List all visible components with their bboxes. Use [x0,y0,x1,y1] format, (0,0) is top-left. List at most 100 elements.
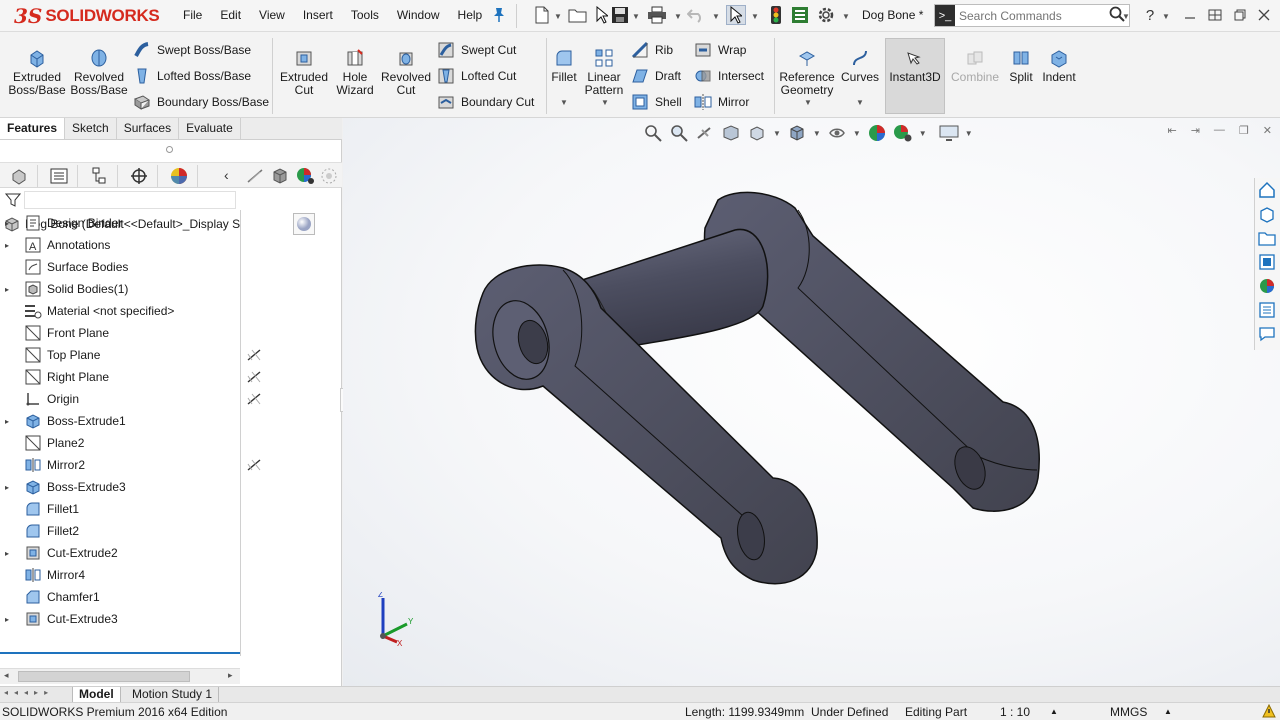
draft-button[interactable]: Draft [631,66,681,86]
menu-view[interactable]: View [250,8,294,22]
tab-surfaces[interactable]: Surfaces [117,118,180,139]
chevron-down-icon[interactable]: ▼ [842,12,850,21]
view-orientation-icon[interactable] [272,167,288,188]
tree-item[interactable]: ▸ Cut-Extrude2 [0,542,240,564]
chevron-left-icon[interactable]: ‹ [224,167,229,183]
dog-bone-model[interactable] [343,118,1280,686]
hidden-plane-icon[interactable] [246,458,262,472]
menu-window[interactable]: Window [388,8,449,22]
chevron-down-icon[interactable]: ▼ [554,12,562,21]
menu-edit[interactable]: Edit [211,8,250,22]
search-commands-box[interactable]: >_ [934,4,1130,27]
tree-item[interactable]: Front Plane [0,322,240,344]
scale-readout[interactable]: 1 : 10 [1000,705,1030,719]
scroll-right-icon[interactable]: ▸ [228,670,233,681]
chevron-down-icon[interactable]: ▼ [804,98,812,107]
mirror-button[interactable]: Mirror [694,92,749,112]
instant3d-button[interactable]: Instant3D [885,38,945,114]
chevron-down-icon[interactable]: ▼ [856,98,864,107]
chevron-up-icon[interactable]: ▲ [1050,707,1058,716]
print-icon[interactable] [647,5,667,25]
feature-manager-tab-icon[interactable] [0,165,38,187]
hidden-plane-icon[interactable] [246,348,262,362]
solidworks-resources-icon[interactable] [1255,178,1279,202]
expand-arrow-icon[interactable]: ▸ [5,417,15,426]
hidden-plane-icon[interactable] [246,370,262,384]
tree-item[interactable]: Material <not specified> [0,300,240,322]
menu-tools[interactable]: Tools [342,8,388,22]
tree-item[interactable]: Origin [0,388,240,410]
tree-item[interactable]: Plane2 [0,432,240,454]
expand-arrow-icon[interactable]: ▸ [5,241,15,250]
chevron-down-icon[interactable]: ▼ [751,12,759,21]
minimize-icon[interactable] [1180,5,1200,25]
tab-evaluate[interactable]: Evaluate [179,118,241,139]
tree-item[interactable]: Fillet2 [0,520,240,542]
wrap-button[interactable]: Wrap [694,40,746,60]
solidworks-logo[interactable]: 3S SOLIDWORKS [14,3,160,29]
tab-motion-study[interactable]: Motion Study 1 [126,687,220,702]
tree-item[interactable]: ▸ Solid Bodies(1) [0,278,240,300]
tab-model[interactable]: Model [72,687,121,702]
material-preview-icon[interactable] [293,213,315,235]
undo-icon[interactable] [686,5,706,25]
tile-window-icon[interactable] [1205,5,1225,25]
lofted-boss-button[interactable]: Lofted Boss/Base [133,66,251,86]
scrollbar-thumb[interactable] [18,671,190,682]
tab-features[interactable]: Features [0,118,66,139]
hidden-plane-icon[interactable] [246,392,262,406]
close-icon[interactable] [1254,5,1274,25]
expand-arrow-icon[interactable]: ▸ [5,549,15,558]
chevron-up-icon[interactable]: ▲ [1164,707,1172,716]
fillet-button[interactable]: Fillet [548,48,580,84]
tree-column-divider[interactable] [240,210,241,656]
property-manager-tab-icon[interactable] [40,165,78,187]
revolved-cut-button[interactable]: Revolved Cut [376,48,436,97]
tree-item[interactable]: ▸ A Annotations [0,234,240,256]
unit-system[interactable]: MMGS [1110,705,1147,719]
tab-sketch[interactable]: Sketch [65,118,117,139]
save-icon[interactable] [610,5,630,25]
swept-boss-button[interactable]: Swept Boss/Base [133,40,251,60]
indent-button[interactable]: Indent [1038,48,1080,84]
boundary-boss-button[interactable]: Boundary Boss/Base [133,92,269,112]
tree-item[interactable]: ▸ Boss-Extrude3 [0,476,240,498]
graphics-area[interactable]: ▼ ▼ ▼ ▼ ▼ ⇤ ⇥ — ❐ ✕ Z Y X [343,118,1280,686]
filter-input[interactable] [24,191,236,209]
file-properties-icon[interactable] [790,5,810,25]
appearance-icon[interactable] [296,166,316,189]
boundary-cut-button[interactable]: Boundary Cut [437,92,534,112]
appearances-scenes-icon[interactable] [1255,274,1279,298]
chevron-down-icon[interactable]: ▼ [1122,12,1130,21]
shell-button[interactable]: Shell [631,92,682,112]
scroll-left-icon[interactable]: ◂ [4,670,9,681]
forum-icon[interactable] [1255,322,1279,346]
chevron-down-icon[interactable]: ▼ [712,12,720,21]
rollback-bar[interactable] [0,652,240,654]
tree-item[interactable]: Mirror2 [0,454,240,476]
notification-icon[interactable] [1262,703,1276,720]
scene-icon[interactable] [320,167,338,188]
rib-button[interactable]: Rib [631,40,673,60]
chevron-down-icon[interactable]: ▼ [674,12,682,21]
combine-button[interactable]: Combine [946,48,1004,84]
chevron-down-icon[interactable]: ▼ [601,98,609,107]
revolved-boss-button[interactable]: Revolved Boss/Base [69,48,129,97]
new-document-icon[interactable] [532,5,552,25]
linear-pattern-button[interactable]: Linear Pattern [582,48,626,97]
hide-show-icon[interactable] [246,168,264,187]
tree-item[interactable]: Mirror4 [0,564,240,586]
panel-grip-icon[interactable] [166,146,173,153]
tree-item[interactable]: Chamfer1 [0,586,240,608]
tree-item[interactable]: ▸ Design Binder [0,212,240,234]
tree-item[interactable]: ▸ Cut-Extrude3 [0,608,240,630]
swept-cut-button[interactable]: Swept Cut [437,40,516,60]
intersect-button[interactable]: Intersect [694,66,764,86]
rebuild-icon[interactable] [766,5,786,25]
lofted-cut-button[interactable]: Lofted Cut [437,66,516,86]
chevron-down-icon[interactable]: ▼ [1162,12,1170,21]
select-icon[interactable] [726,5,746,25]
configuration-manager-tab-icon[interactable] [80,165,118,187]
filter-icon[interactable] [4,192,22,211]
tree-horizontal-scrollbar[interactable]: ◂ ▸ [0,668,240,684]
